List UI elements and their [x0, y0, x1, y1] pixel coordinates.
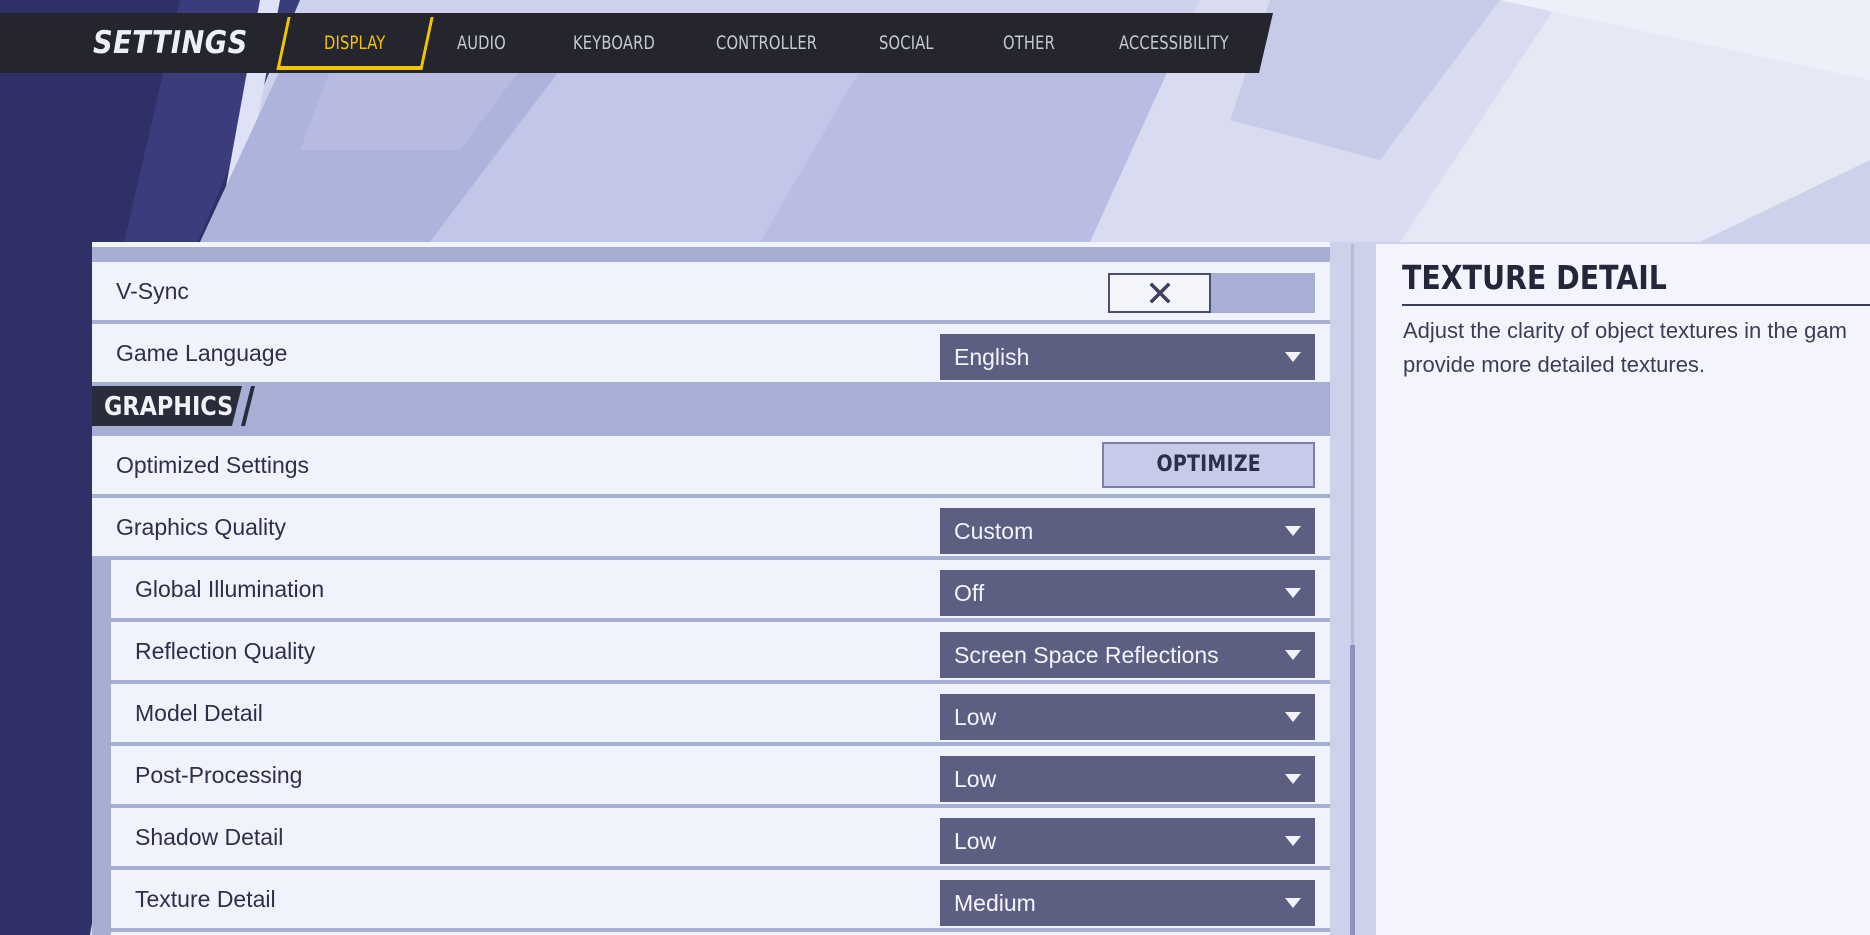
list-item-previous — [92, 242, 1330, 247]
section-title: GRAPHICS — [104, 392, 234, 422]
vsync-label: V-Sync — [116, 278, 189, 304]
model-detail-value: Low — [954, 704, 997, 730]
shadow-detail-value: Low — [954, 828, 997, 854]
description-line-2: provide more detailed textures. — [1403, 352, 1706, 377]
tab-accessibility[interactable]: ACCESSIBILITY — [1119, 13, 1229, 73]
chevron-down-icon — [1285, 774, 1301, 784]
setting-row-game-language: Game Language English — [92, 324, 1330, 382]
description-divider — [1402, 304, 1870, 306]
description-panel: TEXTURE DETAIL Adjust the clarity of obj… — [1376, 244, 1870, 935]
setting-row-shadow-detail: Shadow Detail Low — [111, 808, 1330, 866]
setting-row-post-processing: Post-Processing Low — [111, 746, 1330, 804]
setting-row-global-illumination: Global Illumination Off — [111, 560, 1330, 618]
scrollbar-thumb[interactable] — [1350, 645, 1355, 935]
model-detail-label: Model Detail — [135, 700, 263, 726]
post-processing-value: Low — [954, 766, 997, 792]
reflection-quality-dropdown[interactable]: Screen Space Reflections — [940, 632, 1315, 678]
section-tag-slash — [241, 386, 255, 426]
chevron-down-icon — [1285, 352, 1301, 362]
close-icon — [1149, 282, 1170, 304]
setting-row-model-detail: Model Detail Low — [111, 684, 1330, 742]
setting-row-optimized-settings: Optimized Settings OPTIMIZE — [92, 436, 1330, 494]
tab-keyboard[interactable]: KEYBOARD — [573, 13, 655, 73]
texture-detail-dropdown[interactable]: Medium — [940, 880, 1315, 926]
chevron-down-icon — [1285, 898, 1301, 908]
reflection-quality-label: Reflection Quality — [135, 638, 316, 664]
game-language-value: English — [954, 344, 1030, 370]
post-processing-dropdown[interactable]: Low — [940, 756, 1315, 802]
global-illumination-label: Global Illumination — [135, 576, 325, 602]
global-illumination-dropdown[interactable]: Off — [940, 570, 1315, 616]
setting-row-graphics-quality: Graphics Quality Custom — [92, 498, 1330, 556]
chevron-down-icon — [1285, 526, 1301, 536]
description-title: TEXTURE DETAIL — [1402, 258, 1667, 297]
setting-row-texture-detail: Texture Detail Medium — [111, 870, 1330, 928]
global-illumination-value: Off — [954, 580, 985, 606]
texture-detail-value: Medium — [954, 890, 1036, 916]
description-text: Adjust the clarity of object textures in… — [1403, 314, 1870, 382]
settings-list[interactable]: V-Sync Game Language English GRAPHICS Op… — [92, 242, 1330, 935]
graphics-quality-dropdown[interactable]: Custom — [940, 508, 1315, 554]
setting-row-reflection-quality: Reflection Quality Screen Space Reflecti… — [111, 622, 1330, 680]
model-detail-dropdown[interactable]: Low — [940, 694, 1315, 740]
page-title: SETTINGS — [93, 25, 248, 61]
tab-display[interactable]: DISPLAY — [324, 13, 385, 73]
post-processing-label: Post-Processing — [135, 762, 303, 788]
vsync-toggle[interactable] — [1108, 273, 1315, 313]
graphics-quality-label: Graphics Quality — [116, 514, 287, 540]
game-language-dropdown[interactable]: English — [940, 334, 1315, 380]
tab-social[interactable]: SOCIAL — [879, 13, 934, 73]
shadow-detail-label: Shadow Detail — [135, 824, 284, 850]
optimize-button-label: OPTIMIZE — [1156, 452, 1261, 477]
vsync-toggle-knob — [1108, 273, 1211, 313]
chevron-down-icon — [1285, 836, 1301, 846]
tab-audio[interactable]: AUDIO — [457, 13, 506, 73]
chevron-down-icon — [1285, 712, 1301, 722]
texture-detail-label: Texture Detail — [135, 886, 276, 912]
graphics-quality-value: Custom — [954, 518, 1034, 544]
description-line-1: Adjust the clarity of object textures in… — [1403, 318, 1847, 343]
optimized-settings-label: Optimized Settings — [116, 452, 310, 478]
tab-controller[interactable]: CONTROLLER — [716, 13, 817, 73]
shadow-detail-dropdown[interactable]: Low — [940, 818, 1315, 864]
setting-row-vsync: V-Sync — [92, 262, 1330, 320]
reflection-quality-value: Screen Space Reflections — [954, 642, 1219, 668]
chevron-down-icon — [1285, 650, 1301, 660]
chevron-down-icon — [1285, 588, 1301, 598]
tab-other[interactable]: OTHER — [1003, 13, 1055, 73]
optimize-button[interactable]: OPTIMIZE — [1102, 442, 1315, 488]
game-language-label: Game Language — [116, 340, 288, 366]
graphics-section-header: GRAPHICS — [92, 382, 1330, 436]
